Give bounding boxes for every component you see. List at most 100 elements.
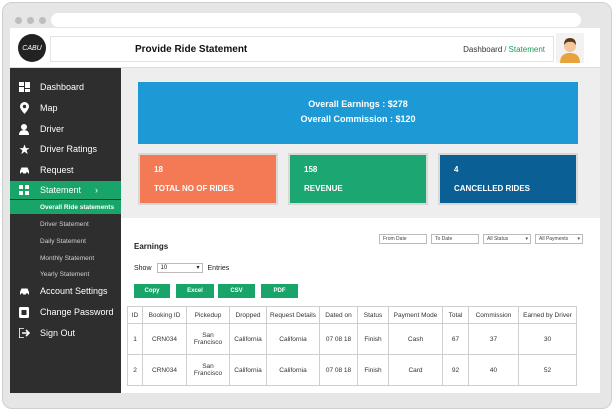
copy-button[interactable]: Copy bbox=[134, 284, 170, 298]
pdf-button[interactable]: PDF bbox=[261, 284, 298, 298]
stat-value: 158 bbox=[304, 165, 318, 174]
overall-earnings: Overall Earnings : $278 bbox=[308, 99, 408, 109]
sidebar-item-driver-ratings[interactable]: Driver Ratings bbox=[10, 140, 121, 158]
sidebar-item-label: Request bbox=[40, 165, 74, 175]
sidebar-item-map[interactable]: Map bbox=[10, 99, 121, 117]
csv-button[interactable]: CSV bbox=[218, 284, 255, 298]
top-bar: CABU Provide Ride Statement Dashboard / St… bbox=[10, 28, 600, 68]
sidebar-item-driver[interactable]: Driver bbox=[10, 120, 121, 138]
user-avatar-icon bbox=[560, 38, 580, 63]
status-select-value: All Status bbox=[487, 236, 509, 242]
stat-value: 4 bbox=[454, 165, 459, 174]
status-select[interactable]: All Status ▾ bbox=[483, 234, 531, 244]
sidebar-item-label: Driver Ratings bbox=[40, 144, 98, 154]
table-header-row: ID Booking ID Pickedup Dropped Request D… bbox=[127, 306, 577, 324]
table-cell: 30 bbox=[518, 323, 577, 355]
sidebar-item-label: Driver bbox=[40, 124, 64, 134]
table-cell: California bbox=[266, 354, 320, 386]
sidebar-item-account-settings[interactable]: Account Settings bbox=[10, 282, 121, 300]
sidebar-item-sign-out[interactable]: Sign Out bbox=[10, 324, 121, 342]
from-date-input[interactable]: From Date bbox=[379, 234, 427, 244]
address-bar[interactable] bbox=[51, 13, 581, 27]
column-header[interactable]: Commission bbox=[468, 306, 519, 324]
table-cell: 40 bbox=[468, 354, 519, 386]
car-icon bbox=[18, 164, 30, 176]
lock-icon bbox=[18, 306, 30, 318]
table-cell: CRN034 bbox=[142, 354, 187, 386]
table-cell: 07 08 18 bbox=[319, 323, 358, 355]
window-dot bbox=[15, 17, 22, 24]
app-logo[interactable]: CABU bbox=[18, 34, 46, 62]
stat-card-revenue: 158 REVENUE bbox=[288, 153, 428, 205]
column-header[interactable]: Dropped bbox=[229, 306, 267, 324]
earnings-title: Earnings bbox=[134, 242, 169, 251]
stat-value: 18 bbox=[154, 165, 163, 174]
table-cell: 37 bbox=[468, 323, 519, 355]
sidebar-subitem-daily-statement[interactable]: Daily Statement bbox=[40, 234, 86, 248]
page-title: Provide Ride Statement bbox=[135, 44, 248, 55]
table-cell: San Francisco bbox=[186, 354, 230, 386]
stat-card-cancelled-rides: 4 CANCELLED RIDES bbox=[438, 153, 578, 205]
stat-card-total-rides: 18 TOTAL NO OF RIDES bbox=[138, 153, 278, 205]
sidebar-item-label: Dashboard bbox=[40, 82, 85, 92]
sidebar: Dashboard Map Driver Driver Ratings Requ… bbox=[10, 68, 121, 393]
map-pin-icon bbox=[18, 102, 30, 114]
sidebar-item-label: Change Password bbox=[40, 307, 114, 317]
payments-select[interactable]: All Payments ▾ bbox=[535, 234, 583, 244]
overall-commission: Overall Commission : $120 bbox=[300, 114, 416, 124]
table-cell: 07 08 18 bbox=[319, 354, 358, 386]
entries-label: Entries bbox=[207, 264, 230, 272]
table-cell: California bbox=[266, 323, 320, 355]
breadcrumb-dashboard[interactable]: Dashboard bbox=[463, 45, 502, 54]
sidebar-item-dashboard[interactable]: Dashboard bbox=[10, 78, 121, 96]
table-cell: San Francisco bbox=[186, 323, 230, 355]
sidebar-subitem-driver-statement[interactable]: Driver Statement bbox=[40, 217, 89, 231]
earnings-table: ID Booking ID Pickedup Dropped Request D… bbox=[127, 306, 577, 386]
window-dot bbox=[27, 17, 34, 24]
window-dots bbox=[15, 17, 46, 24]
column-header[interactable]: ID bbox=[127, 306, 143, 324]
logo-text: CABU bbox=[22, 44, 42, 52]
chevron-down-icon: ▾ bbox=[525, 236, 528, 242]
stat-label: REVENUE bbox=[304, 184, 343, 193]
sidebar-item-change-password[interactable]: Change Password bbox=[10, 303, 121, 321]
sidebar-item-request[interactable]: Request bbox=[10, 161, 121, 179]
column-header[interactable]: Payment Mode bbox=[388, 306, 443, 324]
to-date-input[interactable]: To Date bbox=[431, 234, 479, 244]
table-cell: California bbox=[229, 354, 267, 386]
excel-button[interactable]: Excel bbox=[176, 284, 214, 298]
show-label: Show bbox=[134, 264, 152, 272]
entries-select[interactable]: 10 ▾ bbox=[156, 263, 203, 273]
window-dot bbox=[39, 17, 46, 24]
sidebar-subitem-monthly-statement[interactable]: Monthly Statement bbox=[40, 251, 94, 265]
sidebar-item-label: Sign Out bbox=[40, 328, 76, 338]
column-header[interactable]: Dated on bbox=[319, 306, 358, 324]
table-cell: California bbox=[229, 323, 267, 355]
sidebar-item-label: Statement bbox=[40, 185, 82, 195]
sidebar-item-statement[interactable]: Statement › bbox=[10, 181, 121, 199]
main-content: Overall Earnings : $278 Overall Commissi… bbox=[121, 68, 600, 393]
table-cell: Finish bbox=[357, 323, 389, 355]
table-cell: 92 bbox=[442, 354, 469, 386]
column-header[interactable]: Pickedup bbox=[186, 306, 230, 324]
column-header[interactable]: Earned by Driver bbox=[518, 306, 577, 324]
column-header[interactable]: Booking ID bbox=[142, 306, 187, 324]
chevron-down-icon: ▾ bbox=[196, 265, 200, 271]
sidebar-subitem-yearly-statement[interactable]: Yearly Statement bbox=[40, 267, 89, 281]
title-box: Provide Ride Statement Dashboard / Stateme… bbox=[50, 36, 554, 62]
column-header[interactable]: Request Details bbox=[266, 306, 320, 324]
column-header[interactable]: Total bbox=[442, 306, 469, 324]
avatar[interactable] bbox=[556, 33, 584, 63]
stat-label: TOTAL NO OF RIDES bbox=[154, 184, 235, 193]
column-header[interactable]: Status bbox=[357, 306, 389, 324]
show-entries: Show 10 ▾ Entries bbox=[134, 263, 229, 273]
table-cell: Finish bbox=[357, 354, 389, 386]
table-cell: 67 bbox=[442, 323, 469, 355]
sidebar-subitem-overall[interactable]: Overall Ride statements bbox=[10, 200, 121, 214]
grid-icon bbox=[18, 184, 30, 196]
stat-label: CANCELLED RIDES bbox=[454, 184, 531, 193]
user-icon bbox=[18, 123, 30, 135]
app-screen: CABU Provide Ride Statement Dashboard / St… bbox=[10, 28, 600, 393]
table-cell: 1 bbox=[127, 323, 143, 355]
dashboard-icon bbox=[18, 81, 30, 93]
